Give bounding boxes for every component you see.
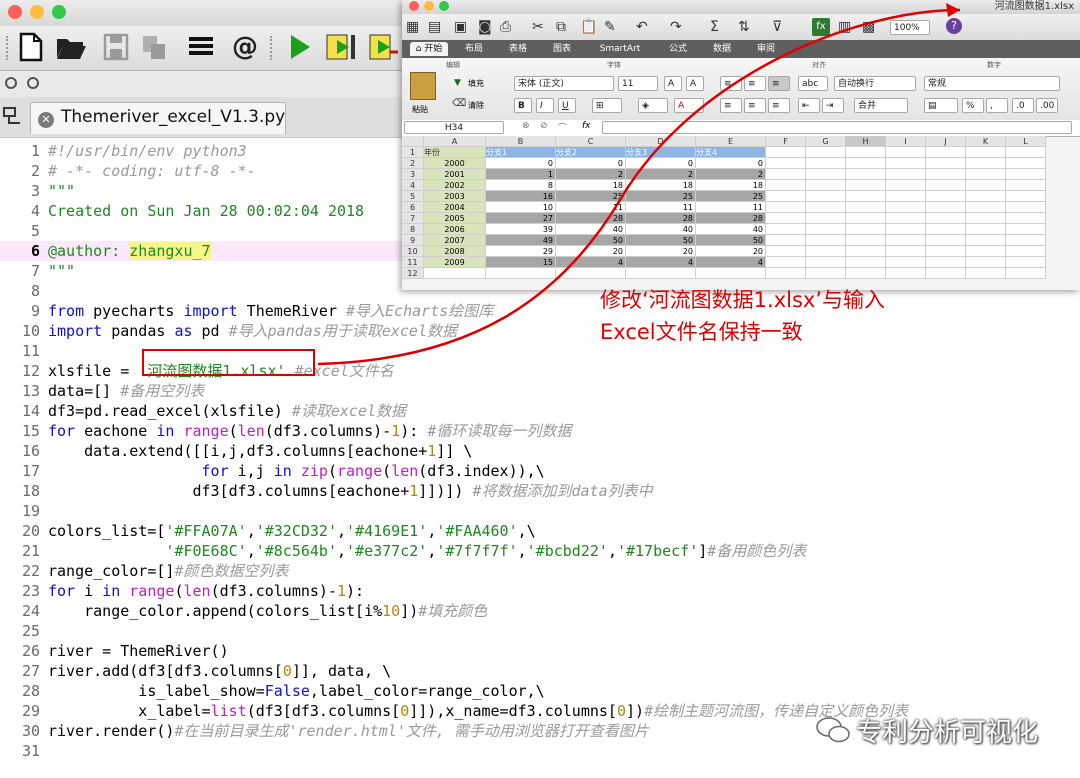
watermark-text: 专利分析可视化	[856, 718, 1039, 748]
annotation-arrow	[317, 3, 961, 366]
annotation-line-1: 修改‘河流图数据1.xlsx’与输入	[600, 288, 886, 312]
annotation-line-2: Excel文件名保持一致	[600, 320, 803, 344]
wechat-icon	[816, 717, 850, 743]
